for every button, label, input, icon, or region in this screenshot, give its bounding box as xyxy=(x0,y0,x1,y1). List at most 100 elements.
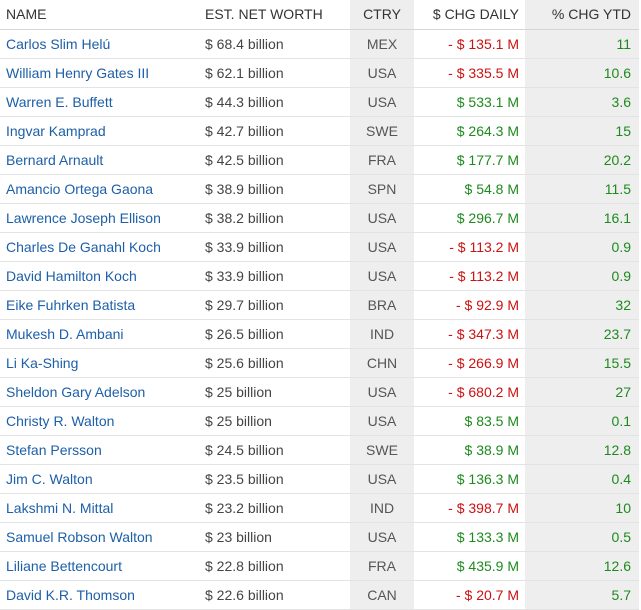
ytd-change-cell: 10 xyxy=(525,493,639,523)
name-cell: Charles De Ganahl Koch xyxy=(0,232,198,262)
table-row: Li Ka-Shing $ 25.6 billion CHN - $ 266.9 M1… xyxy=(0,348,639,378)
table-row: David Hamilton Koch $ 33.9 billion USA - $ … xyxy=(0,261,639,291)
table-row: Samuel Robson Walton $ 23 billion USA $ 133… xyxy=(0,522,639,552)
daily-change-cell: $ 533.1 M xyxy=(414,87,525,117)
person-link[interactable]: Charles De Ganahl Koch xyxy=(6,239,161,255)
net-worth-cell: $ 33.9 billion xyxy=(198,232,350,262)
daily-change-cell: $ 133.3 M xyxy=(414,522,525,552)
header-net-worth[interactable]: EST. NET WORTH xyxy=(198,0,350,30)
person-link[interactable]: Eike Fuhrken Batista xyxy=(6,297,135,313)
table-row: Charles De Ganahl Koch $ 33.9 billion USA -… xyxy=(0,232,639,262)
name-cell: Christy R. Walton xyxy=(0,406,198,436)
ytd-change-cell: 15 xyxy=(525,116,639,146)
country-cell: IND xyxy=(350,319,414,349)
person-link[interactable]: William Henry Gates III xyxy=(6,65,149,81)
person-link[interactable]: Stefan Persson xyxy=(6,442,102,458)
header-daily-change[interactable]: $ CHG DAILY xyxy=(414,0,525,30)
country-cell: USA xyxy=(350,232,414,262)
name-cell: Lawrence Joseph Ellison xyxy=(0,203,198,233)
daily-change-cell: - $ 113.2 M xyxy=(414,232,525,262)
country-cell: USA xyxy=(350,58,414,88)
ytd-change-cell: 0.9 xyxy=(525,232,639,262)
person-link[interactable]: Lawrence Joseph Ellison xyxy=(6,210,161,226)
daily-change-cell: - $ 92.9 M xyxy=(414,290,525,320)
daily-change-cell: - $ 335.5 M xyxy=(414,58,525,88)
net-worth-cell: $ 38.2 billion xyxy=(198,203,350,233)
country-cell: FRA xyxy=(350,145,414,175)
name-cell: Eike Fuhrken Batista xyxy=(0,290,198,320)
ytd-change-cell: 0.4 xyxy=(525,464,639,494)
name-cell: Jim C. Walton xyxy=(0,464,198,494)
country-cell: IND xyxy=(350,493,414,523)
person-link[interactable]: Lakshmi N. Mittal xyxy=(6,500,113,516)
country-cell: CHN xyxy=(350,348,414,378)
name-cell: Ingvar Kamprad xyxy=(0,116,198,146)
person-link[interactable]: Jim C. Walton xyxy=(6,471,93,487)
ytd-change-cell: 20.2 xyxy=(525,145,639,175)
name-cell: Liliane Bettencourt xyxy=(0,551,198,581)
ytd-change-cell: 15.5 xyxy=(525,348,639,378)
daily-change-cell: - $ 680.2 M xyxy=(414,377,525,407)
table-row: Mukesh D. Ambani $ 26.5 billion IND - $ 347… xyxy=(0,319,639,349)
country-cell: USA xyxy=(350,203,414,233)
name-cell: Li Ka-Shing xyxy=(0,348,198,378)
name-cell: William Henry Gates III xyxy=(0,58,198,88)
table-row: David K.R. Thomson $ 22.6 billion CAN - $ 2… xyxy=(0,580,639,610)
name-cell: Warren E. Buffett xyxy=(0,87,198,117)
daily-change-cell: $ 264.3 M xyxy=(414,116,525,146)
country-cell: CAN xyxy=(350,580,414,610)
country-cell: USA xyxy=(350,87,414,117)
country-cell: USA xyxy=(350,464,414,494)
net-worth-cell: $ 25 billion xyxy=(198,377,350,407)
country-cell: MEX xyxy=(350,29,414,59)
person-link[interactable]: Sheldon Gary Adelson xyxy=(6,384,145,400)
ytd-change-cell: 0.5 xyxy=(525,522,639,552)
country-cell: USA xyxy=(350,261,414,291)
daily-change-cell: - $ 135.1 M xyxy=(414,29,525,59)
person-link[interactable]: Christy R. Walton xyxy=(6,413,114,429)
name-cell: Stefan Persson xyxy=(0,435,198,465)
person-link[interactable]: Warren E. Buffett xyxy=(6,94,113,110)
person-link[interactable]: Bernard Arnault xyxy=(6,152,103,168)
header-ytd-change[interactable]: % CHG YTD xyxy=(525,0,639,30)
country-cell: USA xyxy=(350,522,414,552)
net-worth-cell: $ 25.6 billion xyxy=(198,348,350,378)
table-row: William Henry Gates III $ 62.1 billion USA… xyxy=(0,58,639,88)
ytd-change-cell: 12.8 xyxy=(525,435,639,465)
table-row: Lawrence Joseph Ellison $ 38.2 billion USA… xyxy=(0,203,639,233)
name-cell: Sheldon Gary Adelson xyxy=(0,377,198,407)
person-link[interactable]: David K.R. Thomson xyxy=(6,587,135,603)
person-link[interactable]: David Hamilton Koch xyxy=(6,268,137,284)
person-link[interactable]: Samuel Robson Walton xyxy=(6,529,153,545)
net-worth-cell: $ 22.8 billion xyxy=(198,551,350,581)
ytd-change-cell: 10.6 xyxy=(525,58,639,88)
person-link[interactable]: Ingvar Kamprad xyxy=(6,123,106,139)
person-link[interactable]: Mukesh D. Ambani xyxy=(6,326,124,342)
country-cell: USA xyxy=(350,406,414,436)
daily-change-cell: $ 136.3 M xyxy=(414,464,525,494)
person-link[interactable]: Carlos Slim Helú xyxy=(6,36,110,52)
daily-change-cell: $ 177.7 M xyxy=(414,145,525,175)
table-header: NAME EST. NET WORTH CTRY $ CHG DAILY % C… xyxy=(0,0,639,30)
name-cell: Lakshmi N. Mittal xyxy=(0,493,198,523)
table-row: Sheldon Gary Adelson $ 25 billion USA - $ 6… xyxy=(0,377,639,407)
header-name[interactable]: NAME xyxy=(0,0,198,30)
person-link[interactable]: Li Ka-Shing xyxy=(6,355,78,371)
ytd-change-cell: 12.6 xyxy=(525,551,639,581)
table-row: Bernard Arnault $ 42.5 billion FRA $ 177.7 … xyxy=(0,145,639,175)
country-cell: BRA xyxy=(350,290,414,320)
net-worth-cell: $ 22.6 billion xyxy=(198,580,350,610)
header-row: NAME EST. NET WORTH CTRY $ CHG DAILY % C… xyxy=(0,0,639,30)
billionaires-table: NAME EST. NET WORTH CTRY $ CHG DAILY % C… xyxy=(0,0,639,610)
table-row: Amancio Ortega Gaona $ 38.9 billion SPN $ 5… xyxy=(0,174,639,204)
header-country[interactable]: CTRY xyxy=(350,0,414,30)
net-worth-cell: $ 62.1 billion xyxy=(198,58,350,88)
table-row: Liliane Bettencourt $ 22.8 billion FRA $ 43… xyxy=(0,551,639,581)
daily-change-cell: $ 38.9 M xyxy=(414,435,525,465)
person-link[interactable]: Liliane Bettencourt xyxy=(6,558,122,574)
net-worth-cell: $ 68.4 billion xyxy=(198,29,350,59)
ytd-change-cell: 0.1 xyxy=(525,406,639,436)
person-link[interactable]: Amancio Ortega Gaona xyxy=(6,181,153,197)
net-worth-cell: $ 42.5 billion xyxy=(198,145,350,175)
net-worth-cell: $ 23.2 billion xyxy=(198,493,350,523)
